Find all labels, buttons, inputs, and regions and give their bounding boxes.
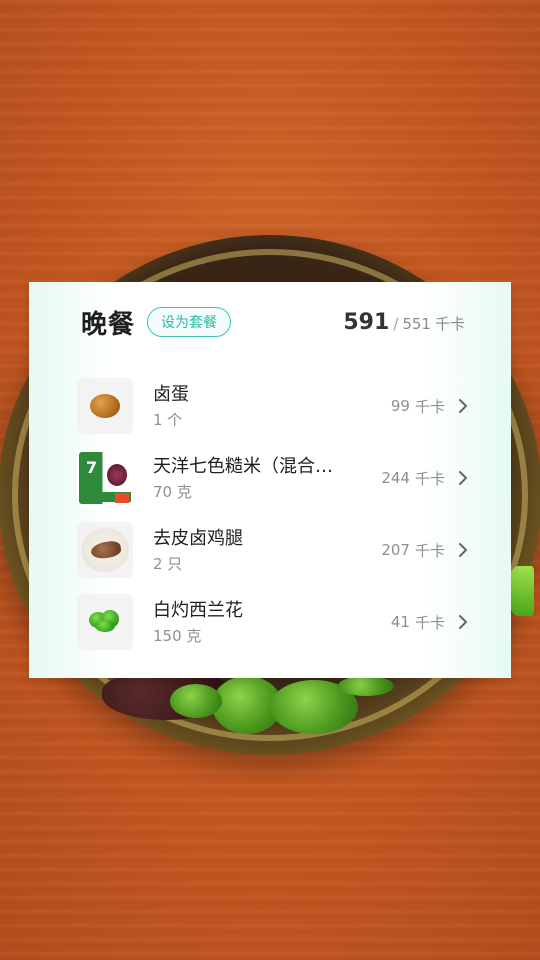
background-broccoli <box>170 684 222 718</box>
brown-rice-package-photo-icon: 7 <box>77 450 133 506</box>
set-combo-button[interactable]: 设为套餐 <box>147 307 232 337</box>
rice-package-logo: 7 <box>86 458 98 477</box>
food-kcal-unit: 千卡 <box>414 613 445 632</box>
food-info: 去皮卤鸡腿 2 只 <box>153 527 243 574</box>
food-calories: 41 千卡 <box>391 612 471 633</box>
food-kcal-value: 41 <box>390 613 410 631</box>
egg-shape <box>90 394 120 418</box>
meal-calorie-total: 591 / 551 千卡 <box>343 310 465 335</box>
food-item[interactable]: 卤蛋 1 个 99 千卡 <box>77 370 471 442</box>
broccoli-photo-icon <box>77 594 133 650</box>
rice-package-tag <box>115 493 129 503</box>
calories-eaten: 591 <box>343 309 390 335</box>
food-list: 卤蛋 1 个 99 千卡 7 天洋七色糙米（混合… 70 克 244 千卡 去皮… <box>77 370 471 658</box>
braised-egg-photo-icon <box>77 378 133 434</box>
food-kcal-unit: 千卡 <box>414 469 445 488</box>
food-info: 卤蛋 1 个 <box>153 383 189 430</box>
food-kcal-unit: 千卡 <box>414 541 445 560</box>
rice-package-grains <box>107 464 127 486</box>
food-name: 白灼西兰花 <box>153 599 243 621</box>
food-amount: 1 个 <box>153 410 183 429</box>
food-item[interactable]: 白灼西兰花 150 克 41 千卡 <box>77 586 471 658</box>
food-name: 去皮卤鸡腿 <box>153 527 243 549</box>
food-kcal-value: 99 <box>390 397 410 415</box>
food-kcal-unit: 千卡 <box>414 397 445 416</box>
background-leaf <box>508 566 534 616</box>
calories-separator: / <box>393 314 399 333</box>
chicken-drumstick-photo-icon <box>77 522 133 578</box>
food-item[interactable]: 去皮卤鸡腿 2 只 207 千卡 <box>77 514 471 586</box>
chevron-right-icon[interactable] <box>455 614 471 630</box>
food-calories: 99 千卡 <box>391 396 471 417</box>
calories-goal: 551 <box>402 314 431 333</box>
food-calories: 207 千卡 <box>381 540 471 561</box>
food-info: 天洋七色糙米（混合… 70 克 <box>153 455 333 502</box>
food-name: 天洋七色糙米（混合… <box>153 455 333 477</box>
food-amount: 2 只 <box>153 554 183 573</box>
chevron-right-icon[interactable] <box>455 542 471 558</box>
food-kcal-value: 244 <box>381 469 410 487</box>
meal-card: 晚餐 设为套餐 591 / 551 千卡 卤蛋 1 个 99 千卡 7 天洋七色… <box>29 282 511 678</box>
broccoli-floret <box>95 620 115 632</box>
food-amount: 70 克 <box>153 482 192 501</box>
calories-unit: 千卡 <box>434 314 465 333</box>
meal-header: 晚餐 设为套餐 591 / 551 千卡 <box>81 304 465 340</box>
food-amount: 150 克 <box>153 626 202 645</box>
food-calories: 244 千卡 <box>381 468 471 489</box>
food-item[interactable]: 7 天洋七色糙米（混合… 70 克 244 千卡 <box>77 442 471 514</box>
background-broccoli <box>338 676 394 696</box>
food-info: 白灼西兰花 150 克 <box>153 599 243 646</box>
food-kcal-value: 207 <box>381 541 410 559</box>
meal-title: 晚餐 <box>81 309 136 340</box>
chevron-right-icon[interactable] <box>455 398 471 414</box>
chevron-right-icon[interactable] <box>455 470 471 486</box>
food-name: 卤蛋 <box>153 383 189 405</box>
